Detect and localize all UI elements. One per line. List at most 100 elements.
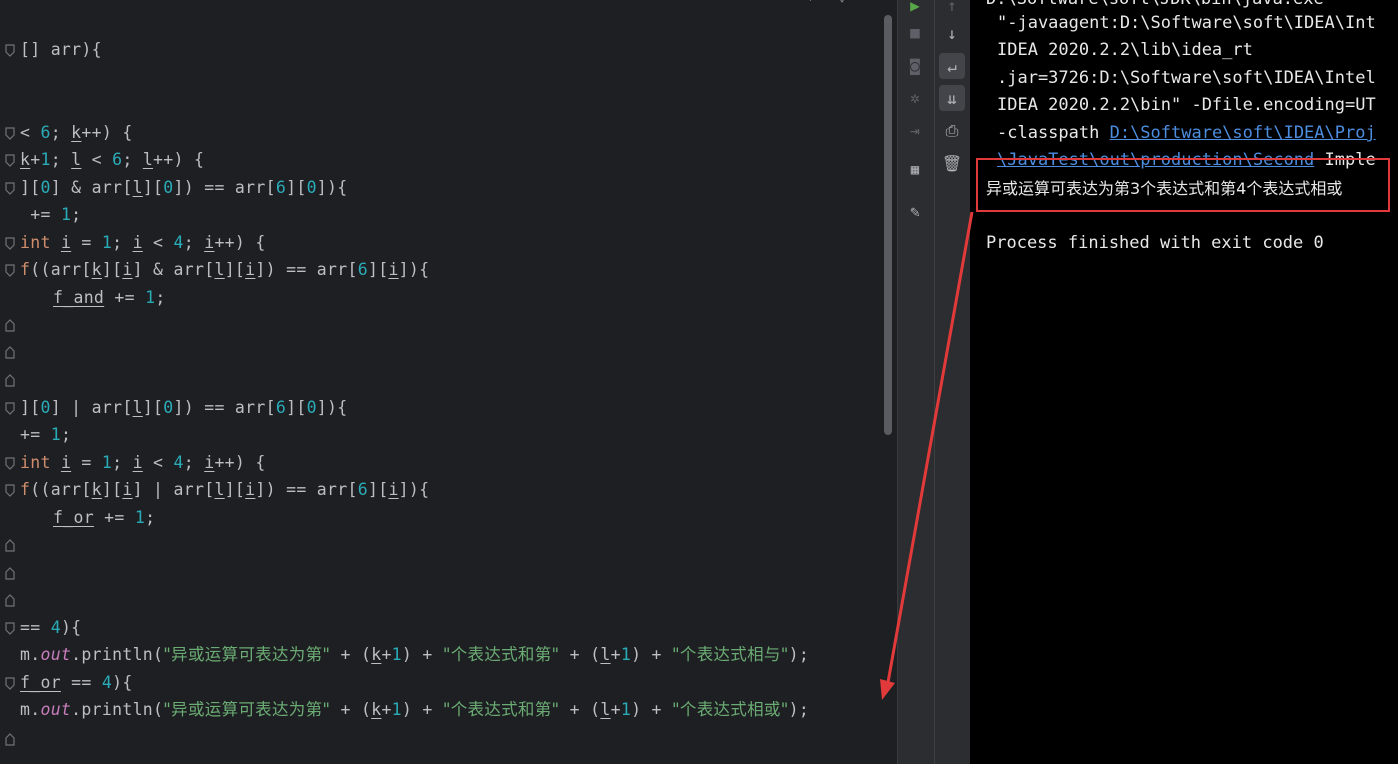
code-text: ); xyxy=(788,645,810,664)
variable: i xyxy=(122,480,133,499)
fold-end-icon[interactable] xyxy=(4,346,16,359)
code-text: ] | arr[ xyxy=(132,480,215,499)
camera-icon[interactable]: ◙ xyxy=(902,52,928,78)
fold-icon[interactable] xyxy=(4,677,16,690)
code-line[interactable]: m.out.println("异或运算可表达为第" + (k+1) + "个表达… xyxy=(20,698,809,722)
code-line[interactable]: ][0] | arr[l][0]) == arr[6][0]){ xyxy=(20,396,348,420)
code-line[interactable]: m.out.println("异或运算可表达为第" + (k+1) + "个表达… xyxy=(20,643,809,667)
code-text: ; xyxy=(145,508,156,527)
code-text: + xyxy=(381,700,392,719)
code-text: ) + xyxy=(631,645,673,664)
variable: l xyxy=(132,398,143,417)
fold-icon[interactable] xyxy=(4,264,16,277)
code-text: ][ xyxy=(286,178,307,197)
fold-end-icon[interactable] xyxy=(4,594,16,607)
fold-icon[interactable] xyxy=(4,457,16,470)
number-literal: 1 xyxy=(101,453,113,472)
number-literal: 4 xyxy=(173,233,184,252)
code-text: ++) { xyxy=(153,150,205,169)
arrow-up-icon[interactable]: ↑ xyxy=(939,0,965,18)
code-line[interactable]: f_or += 1; xyxy=(53,506,155,530)
fold-icon[interactable] xyxy=(4,237,16,250)
editor-vertical-scrollbar[interactable] xyxy=(884,15,892,435)
code-line[interactable]: int i = 1; i < 4; i++) { xyxy=(20,451,266,475)
code-text: ((arr[ xyxy=(30,480,92,499)
fold-icon[interactable] xyxy=(4,154,16,167)
fold-end-icon[interactable] xyxy=(4,374,16,387)
toolbar-divider xyxy=(934,0,935,764)
code-text: < xyxy=(142,453,174,472)
variable: k xyxy=(91,480,102,499)
variable: k xyxy=(71,123,82,142)
code-text: ; xyxy=(155,288,166,307)
code-line[interactable]: f((arr[k][i] | arr[l][i]) == arr[6][i]){ xyxy=(20,478,429,502)
code-text: ; xyxy=(50,150,72,169)
variable: i xyxy=(60,233,72,252)
arrow-down-icon[interactable]: ↓ xyxy=(939,20,965,46)
fold-icon[interactable] xyxy=(4,44,16,57)
fold-icon[interactable] xyxy=(4,484,16,497)
code-line[interactable]: [] arr){ xyxy=(20,38,102,62)
fold-end-icon[interactable] xyxy=(4,319,16,332)
code-text: ] & arr[ xyxy=(132,260,215,279)
variable: i xyxy=(388,480,399,499)
code-line[interactable]: < 6; k++) { xyxy=(20,121,133,145)
variable: k xyxy=(20,150,31,169)
fold-icon[interactable] xyxy=(4,182,16,195)
code-text: ) + xyxy=(631,700,673,719)
code-text: + xyxy=(30,150,41,169)
variable: i xyxy=(245,480,256,499)
variable: l xyxy=(600,645,611,664)
console-line: IDEA 2020.2.2\lib\idea_rt xyxy=(997,40,1253,60)
play-icon[interactable]: ▶ xyxy=(902,0,928,18)
stop-icon[interactable]: ■ xyxy=(902,19,928,45)
variable: i xyxy=(132,453,143,472)
run-console[interactable]: D:\Software\soft\JDK\bin\java.exe "-java… xyxy=(970,0,1398,764)
fold-end-icon[interactable] xyxy=(4,733,16,746)
highlight-box xyxy=(976,158,1390,212)
code-text: ][ xyxy=(367,480,389,499)
scroll-to-end-icon[interactable]: ⇊ xyxy=(939,85,965,111)
code-editor[interactable]: ⟡ ⌃ ⌄ [] arr){ < 6; k++) { k+1; l < 6; l… xyxy=(0,0,897,764)
code-line[interactable]: k+1; l < 6; l++) { xyxy=(20,148,204,172)
code-text: ; xyxy=(71,205,82,224)
code-text: m. xyxy=(20,700,41,719)
number-literal: 1 xyxy=(391,700,402,719)
code-line[interactable]: == 4){ xyxy=(20,616,81,640)
code-line[interactable]: int i = 1; i < 4; i++) { xyxy=(20,231,266,255)
layout-icon[interactable]: ▦ xyxy=(902,157,928,183)
fold-icon[interactable] xyxy=(4,622,16,635)
code-text: ) + xyxy=(401,645,443,664)
editor-inspection-icons[interactable]: ⟡ ⌃ ⌄ xyxy=(806,0,846,5)
variable: i xyxy=(60,453,72,472)
code-line[interactable]: += 1; xyxy=(20,423,71,447)
number-literal: 6 xyxy=(112,150,123,169)
number-literal: 1 xyxy=(391,645,402,664)
pin-icon[interactable]: ✎ xyxy=(902,198,928,224)
code-text: = xyxy=(71,233,102,252)
code-line[interactable]: f_and += 1; xyxy=(53,286,166,310)
number-literal: 1 xyxy=(134,508,146,527)
keyword: int xyxy=(20,233,61,252)
code-line[interactable]: += 1; xyxy=(20,203,81,227)
code-line[interactable]: f((arr[k][i] & arr[l][i]) == arr[6][i]){ xyxy=(20,258,429,282)
fold-end-icon[interactable] xyxy=(4,567,16,580)
number-literal: 6 xyxy=(40,123,51,142)
fold-icon[interactable] xyxy=(4,127,16,140)
number-literal: 0 xyxy=(163,398,174,417)
print-icon[interactable]: ⎙ xyxy=(939,118,965,144)
code-line[interactable]: ][0] & arr[l][0]) == arr[6][0]){ xyxy=(20,176,348,200)
import-icon[interactable]: ⇥ xyxy=(902,117,928,143)
console-line: .jar=3726:D:\Software\soft\IDEA\Intel xyxy=(997,68,1376,88)
classpath-link[interactable]: D:\Software\soft\IDEA\Proj xyxy=(1110,123,1376,143)
code-text: + ( xyxy=(330,700,372,719)
fold-icon[interactable] xyxy=(4,402,16,415)
trash-icon[interactable]: 🗑 xyxy=(939,150,965,176)
code-text: ]) == arr[ xyxy=(173,398,276,417)
soft-wrap-icon[interactable]: ↵ xyxy=(939,53,965,79)
bug-icon[interactable]: ✲ xyxy=(902,84,928,110)
variable: k xyxy=(371,645,382,664)
fold-end-icon[interactable] xyxy=(4,539,16,552)
code-line[interactable]: f_or == 4){ xyxy=(20,671,133,695)
code-text: + xyxy=(381,645,392,664)
